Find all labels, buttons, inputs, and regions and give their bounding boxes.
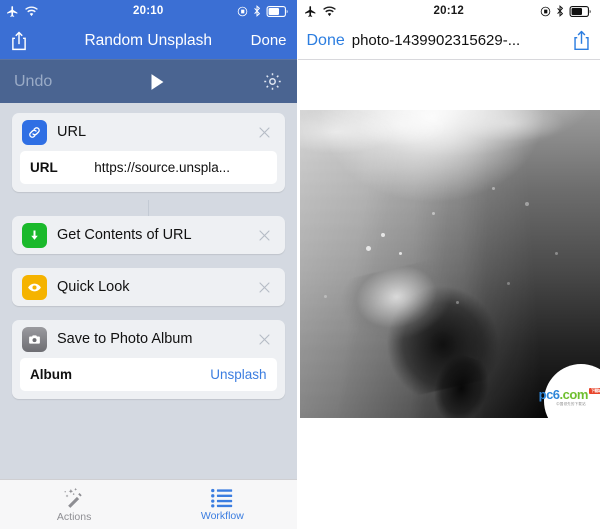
action-title: Save to Photo Album xyxy=(57,331,193,347)
param-row-album[interactable]: Album Unsplash xyxy=(20,358,277,391)
workflow-toolbar: Undo xyxy=(0,59,297,103)
list-icon xyxy=(210,487,234,508)
watermark-subtitle: 中国领先的下载站 xyxy=(556,401,586,406)
link-icon xyxy=(22,119,47,145)
status-icons-right xyxy=(540,0,593,22)
navigation-bar-right: Done photo-1439902315629-... xyxy=(297,22,600,60)
action-header: URL xyxy=(12,113,285,151)
tab-bar: Actions Workflow xyxy=(0,479,297,529)
rotation-lock-icon xyxy=(540,6,551,17)
bubble xyxy=(323,294,327,298)
download-arrow-icon xyxy=(22,222,47,248)
remove-action-button[interactable] xyxy=(255,277,275,297)
dual-screenshot: 20:10 Random Unsplash Done Undo URL URL … xyxy=(0,0,600,529)
action-card-get-contents-of-url[interactable]: Get Contents of URL xyxy=(12,216,285,254)
watermark-tag: 下载站 xyxy=(588,388,600,395)
remove-action-button[interactable] xyxy=(255,122,275,142)
bubble xyxy=(380,233,385,238)
action-header: Quick Look xyxy=(12,268,285,306)
action-card-url[interactable]: URL URL https://source.unspla... xyxy=(12,113,285,192)
bubble xyxy=(431,211,435,215)
done-button[interactable]: Done xyxy=(307,32,345,50)
action-header: Save to Photo Album xyxy=(12,320,285,358)
bubble xyxy=(491,187,495,190)
tab-actions[interactable]: Actions xyxy=(0,480,148,529)
action-header: Get Contents of URL xyxy=(12,216,285,254)
camera-icon xyxy=(22,326,47,352)
undo-button[interactable]: Undo xyxy=(14,73,52,91)
bluetooth-icon xyxy=(556,5,564,17)
share-button[interactable] xyxy=(10,30,28,52)
watermark-tld: .com xyxy=(559,387,589,403)
status-bar-left: 20:10 xyxy=(0,0,297,22)
bubble xyxy=(398,251,402,255)
param-value[interactable]: https://source.unspla... xyxy=(58,160,267,175)
param-row-url[interactable]: URL https://source.unspla... xyxy=(20,151,277,184)
action-card-save-to-photo-album[interactable]: Save to Photo Album Album Unsplash xyxy=(12,320,285,399)
navigation-bar-left: Random Unsplash Done xyxy=(0,22,297,59)
photo-preview[interactable]: pc6.com 下载站 中国领先的下载站 xyxy=(299,110,600,418)
bubble xyxy=(365,245,371,251)
action-title: Quick Look xyxy=(57,279,130,295)
page-title: photo-1439902315629-... xyxy=(351,32,521,49)
done-button[interactable]: Done xyxy=(251,32,287,49)
status-bar-right: 20:12 xyxy=(297,0,600,22)
status-icons-right xyxy=(237,0,290,22)
action-title: Get Contents of URL xyxy=(57,227,192,243)
remove-action-button[interactable] xyxy=(255,329,275,349)
param-label: URL xyxy=(30,160,58,175)
magic-wand-icon xyxy=(62,487,86,509)
settings-button[interactable] xyxy=(262,71,283,92)
remove-action-button[interactable] xyxy=(255,225,275,245)
tab-workflow[interactable]: Workflow xyxy=(148,480,296,529)
param-value[interactable]: Unsplash xyxy=(72,367,266,382)
water-surface xyxy=(299,110,600,163)
tab-label: Actions xyxy=(56,510,92,523)
workflow-canvas: URL URL https://source.unspla... Get Con… xyxy=(0,103,297,480)
run-workflow-button[interactable] xyxy=(146,71,168,93)
action-card-quick-look[interactable]: Quick Look xyxy=(12,268,285,306)
left-screen-workflow-editor: 20:10 Random Unsplash Done Undo URL URL … xyxy=(0,0,298,529)
right-screen-quick-look-preview: 20:12 Done photo-1439902315629-... pc6.c… xyxy=(297,0,600,529)
share-button[interactable] xyxy=(572,29,591,52)
tab-label: Workflow xyxy=(200,510,244,522)
param-label: Album xyxy=(30,367,72,382)
bubble xyxy=(455,300,459,304)
rotation-lock-icon xyxy=(237,6,248,17)
card-connector xyxy=(148,200,149,216)
action-title: URL xyxy=(57,124,87,140)
watermark-brand: pc6 xyxy=(538,387,560,403)
battery-icon xyxy=(266,5,290,17)
eye-icon xyxy=(22,274,47,300)
battery-icon xyxy=(569,5,593,17)
bluetooth-icon xyxy=(253,5,261,17)
bubble xyxy=(554,251,558,255)
